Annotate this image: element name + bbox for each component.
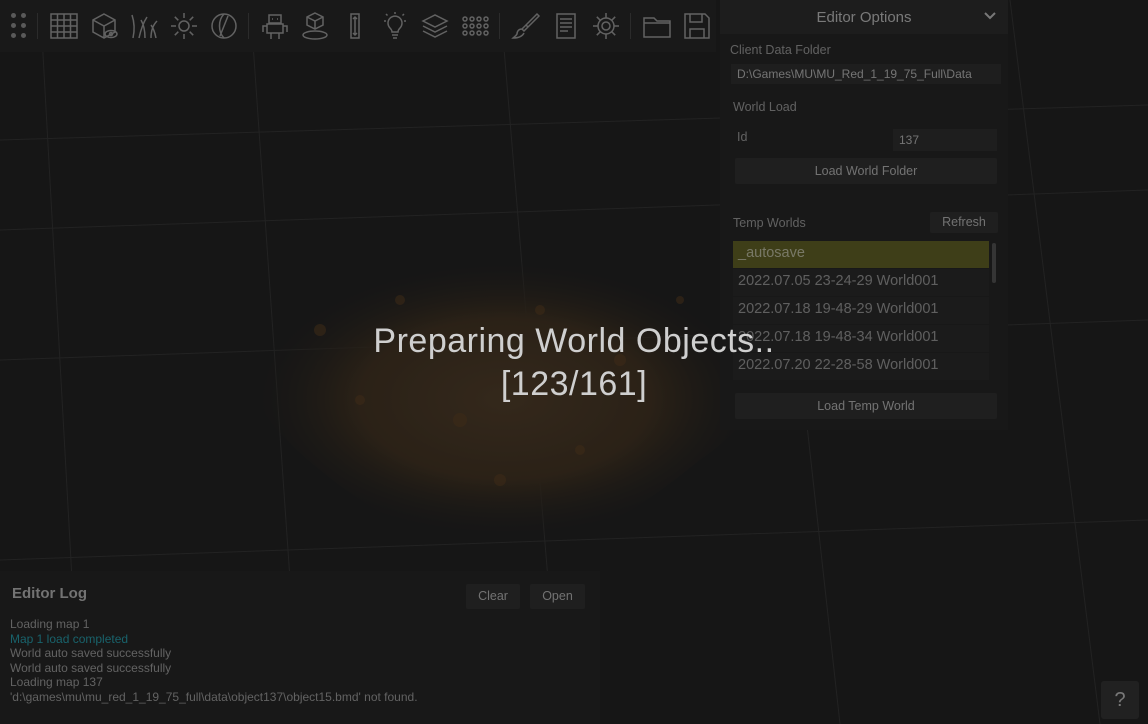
bulb-icon[interactable] xyxy=(377,8,413,44)
editor-log-panel: Editor Log Clear Open Loading map 1 Map 1… xyxy=(0,571,600,724)
sun-icon[interactable] xyxy=(166,8,202,44)
log-line: 'd:\games\mu\mu_red_1_19_75_full\data\ob… xyxy=(10,689,418,704)
log-lines: Loading map 1 Map 1 load completed World a… xyxy=(10,617,418,705)
toolbar-separator xyxy=(248,13,249,39)
editor-options-header[interactable]: Editor Options xyxy=(720,0,1008,34)
temp-worlds-scrollbar[interactable] xyxy=(992,243,996,283)
drag-handle-icon[interactable] xyxy=(9,11,31,41)
toolbar-separator xyxy=(37,13,38,39)
log-line: World auto saved successfully xyxy=(10,646,172,661)
document-icon[interactable] xyxy=(548,8,584,44)
refresh-button[interactable]: Refresh xyxy=(930,212,998,233)
toolbar-separator xyxy=(499,13,500,39)
editor-options-title: Editor Options xyxy=(816,8,912,26)
client-data-folder-input[interactable] xyxy=(731,64,1001,84)
loading-progress-text: [123/161] xyxy=(500,365,648,403)
world-id-input[interactable] xyxy=(893,129,997,151)
gear-icon[interactable] xyxy=(588,8,624,44)
log-line: Loading map 1 xyxy=(10,617,90,631)
loading-message: Preparing World Objects.. [123/161] xyxy=(274,320,874,406)
world-id-label: Id xyxy=(737,130,748,144)
temp-worlds-label: Temp Worlds xyxy=(733,216,806,230)
brush-icon[interactable] xyxy=(508,8,544,44)
temp-world-item[interactable]: 2022.07.05 23-24-29 World001 xyxy=(733,269,989,296)
log-line: Map 1 load completed xyxy=(10,631,129,646)
main-toolbar xyxy=(0,0,716,52)
clear-log-button[interactable]: Clear xyxy=(466,584,520,609)
chevron-down-icon[interactable] xyxy=(982,8,998,24)
save-icon[interactable] xyxy=(679,8,715,44)
robot-icon[interactable] xyxy=(257,8,293,44)
log-line: World auto saved successfully xyxy=(10,660,172,675)
folder-icon[interactable] xyxy=(639,8,675,44)
cube-eye-icon[interactable] xyxy=(86,8,122,44)
grid-icon[interactable] xyxy=(46,8,82,44)
log-line: Loading map 137 xyxy=(10,675,103,690)
help-button[interactable]: ? xyxy=(1101,681,1139,719)
editor-log-title: Editor Log xyxy=(12,585,87,602)
load-world-folder-button[interactable]: Load World Folder xyxy=(735,158,997,184)
layers-icon[interactable] xyxy=(417,8,453,44)
client-data-folder-label: Client Data Folder xyxy=(730,43,831,57)
height-icon[interactable] xyxy=(337,8,373,44)
loading-status-text: Preparing World Objects.. xyxy=(373,322,775,360)
world-load-label: World Load xyxy=(733,100,797,114)
sphere-icon[interactable] xyxy=(206,8,242,44)
dots-grid-icon[interactable] xyxy=(457,8,493,44)
temp-world-item[interactable]: _autosave xyxy=(733,241,989,268)
grass-icon[interactable] xyxy=(126,8,162,44)
toolbar-separator xyxy=(630,13,631,39)
open-log-button[interactable]: Open xyxy=(530,584,585,609)
box-place-icon[interactable] xyxy=(297,8,333,44)
